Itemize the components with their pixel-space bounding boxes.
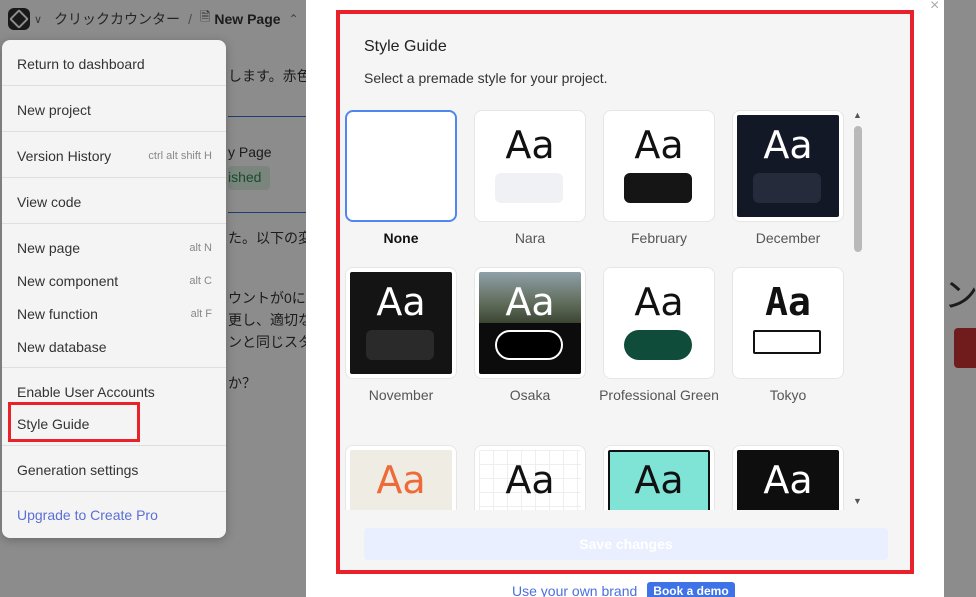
menu-item-upgrade[interactable]: Upgrade to Create Pro (17, 504, 212, 526)
shortcut-hint: alt C (189, 275, 212, 287)
menu-divider (2, 131, 226, 132)
close-icon[interactable]: × (930, 0, 939, 15)
menu-item-new-component[interactable]: New component alt C (17, 270, 212, 292)
menu-item-new-project[interactable]: New project (17, 99, 212, 121)
shortcut-hint: alt N (189, 242, 212, 254)
style-guide-highlight (8, 402, 140, 442)
menu-item-return-dashboard[interactable]: Return to dashboard (17, 53, 212, 75)
menu-item-label: New component (17, 273, 119, 289)
menu-item-enable-user-accounts[interactable]: Enable User Accounts (17, 381, 212, 403)
menu-item-label: Upgrade to Create Pro (17, 507, 158, 523)
menu-item-label: New function (17, 306, 98, 322)
book-demo-badge[interactable]: Book a demo (647, 582, 735, 597)
menu-item-label: New project (17, 102, 91, 118)
menu-item-label: New database (17, 339, 107, 355)
menu-item-label: Enable User Accounts (17, 384, 155, 400)
style-guide-modal: × Style Guide Select a premade style for… (306, 0, 944, 597)
menu-item-label: Return to dashboard (17, 56, 145, 72)
shortcut-hint: ctrl alt shift H (148, 150, 212, 162)
menu-divider (2, 177, 226, 178)
menu-item-label: Generation settings (17, 462, 139, 478)
menu-divider (2, 367, 226, 368)
menu-divider (2, 223, 226, 224)
menu-item-label: View code (17, 194, 82, 210)
menu-item-label: New page (17, 240, 81, 256)
menu-item-generation-settings[interactable]: Generation settings (17, 459, 212, 481)
shortcut-hint: alt F (190, 308, 212, 320)
menu-item-view-code[interactable]: View code (17, 191, 212, 213)
style-guide-highlight (336, 10, 914, 574)
project-menu: Return to dashboard New project Version … (2, 40, 226, 538)
menu-item-new-database[interactable]: New database (17, 336, 212, 358)
menu-divider (2, 85, 226, 86)
menu-divider (2, 445, 226, 446)
menu-item-new-page[interactable]: New page alt N (17, 237, 212, 259)
use-own-brand-link[interactable]: Use your own brand (512, 583, 637, 597)
menu-item-version-history[interactable]: Version History ctrl alt shift H (17, 145, 212, 167)
menu-divider (2, 491, 226, 492)
menu-item-new-function[interactable]: New function alt F (17, 303, 212, 325)
brand-row: Use your own brand Book a demo (512, 582, 735, 597)
menu-item-label: Version History (17, 148, 112, 164)
